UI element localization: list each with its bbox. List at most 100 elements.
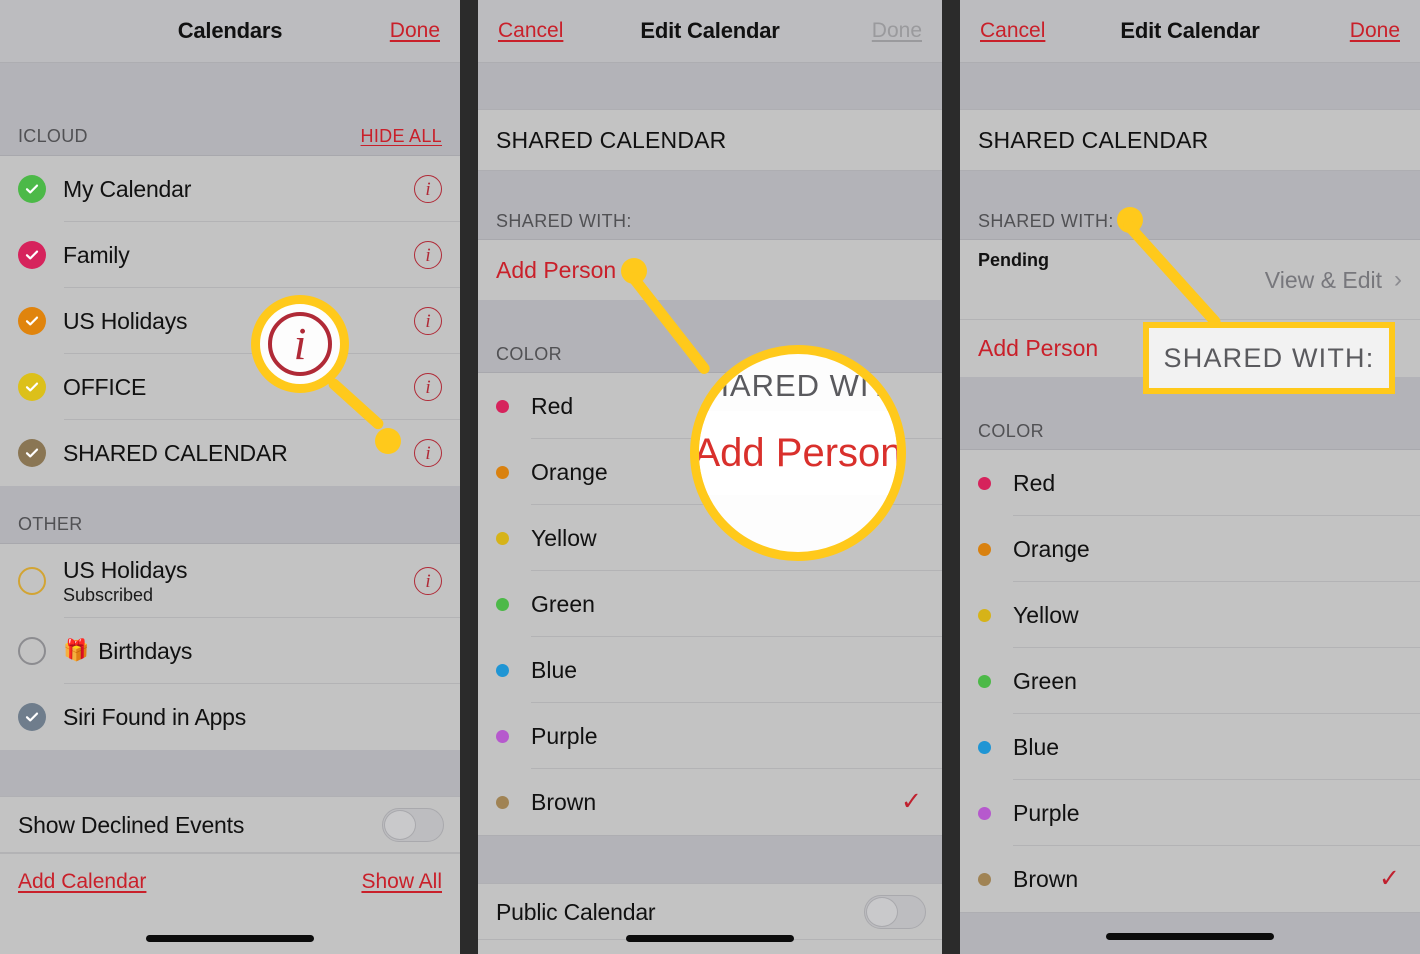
calendar-name-field[interactable]: SHARED CALENDAR: [960, 109, 1420, 171]
calendar-name: Siri Found in Apps: [63, 703, 247, 730]
info-icon[interactable]: i: [414, 439, 442, 467]
home-indicator: [626, 935, 794, 942]
checkmark-icon[interactable]: [18, 175, 46, 203]
calendar-name-field[interactable]: SHARED CALENDAR: [478, 109, 942, 171]
table-row[interactable]: US Holidays i: [0, 288, 460, 354]
person-permission[interactable]: View & Edit ›: [1265, 266, 1402, 294]
color-swatch-icon: [496, 597, 509, 611]
show-declined-events-toggle[interactable]: [382, 808, 444, 842]
setting-label: Show Declined Events: [18, 811, 245, 838]
add-calendar-link[interactable]: Add Calendar: [18, 870, 146, 894]
checkmark-icon[interactable]: [18, 703, 46, 731]
done-button[interactable]: Done: [390, 19, 440, 43]
icloud-calendar-list: My Calendar i Family i US Holidays i OFF…: [0, 156, 460, 486]
public-calendar-row[interactable]: Public Calendar: [478, 883, 942, 940]
cancel-button[interactable]: Cancel: [980, 19, 1045, 43]
table-row[interactable]: Family i: [0, 222, 460, 288]
color-option-green[interactable]: Green: [960, 648, 1420, 714]
panel-divider: [942, 0, 960, 954]
page-title: Edit Calendar: [1120, 18, 1260, 43]
color-list: Red Orange Yellow Green Blue Purple Brow…: [478, 373, 942, 835]
color-label-text: COLOR: [978, 421, 1045, 441]
color-option-green[interactable]: Green: [478, 571, 942, 637]
calendar-name: My Calendar: [63, 175, 192, 202]
add-person-row[interactable]: Add Person: [960, 320, 1420, 377]
color-option-purple[interactable]: Purple: [478, 703, 942, 769]
checkmark-icon[interactable]: [18, 439, 46, 467]
color-swatch-icon: [978, 542, 991, 556]
color-option-label: Green: [1013, 667, 1077, 694]
info-icon[interactable]: i: [414, 241, 442, 269]
checkmark-icon[interactable]: [18, 373, 46, 401]
shared-person-row[interactable]: Pending View & Edit ›: [960, 240, 1420, 320]
calendar-name: Birthdays: [98, 637, 193, 664]
color-option-brown[interactable]: Brown ✓: [478, 769, 942, 835]
color-option-label: Green: [531, 590, 595, 617]
color-swatch-icon: [978, 806, 991, 820]
color-swatch-icon: [978, 872, 991, 886]
color-option-brown[interactable]: Brown ✓: [960, 846, 1420, 912]
done-button[interactable]: Done: [1350, 19, 1400, 43]
section-gap-bottom: [0, 750, 460, 796]
info-icon[interactable]: i: [414, 175, 442, 203]
color-option-label: Yellow: [531, 524, 597, 551]
info-icon[interactable]: i: [414, 307, 442, 335]
calendar-name: SHARED CALENDAR: [63, 439, 288, 466]
calendar-name: US Holidays: [63, 307, 188, 334]
page-title: Calendars: [177, 18, 283, 43]
color-option-label: Purple: [531, 722, 598, 749]
gift-icon: 🎁: [63, 639, 90, 662]
row-divider: [960, 319, 1420, 320]
table-row[interactable]: Siri Found in Apps: [0, 684, 460, 750]
show-declined-events-row[interactable]: Show Declined Events: [0, 796, 460, 853]
checkbox-unchecked-icon[interactable]: [18, 637, 46, 665]
color-option-red[interactable]: Red: [478, 373, 942, 439]
section-header-other: OTHER: [0, 486, 460, 544]
phone-panel-edit-calendar-add-person: Cancel Edit Calendar Done SHARED CALENDA…: [478, 0, 942, 954]
color-option-label: Blue: [1013, 733, 1060, 760]
color-option-purple[interactable]: Purple: [960, 780, 1420, 846]
setting-label: Public Calendar: [496, 898, 656, 925]
color-swatch-icon: [496, 465, 509, 479]
add-person-label: Add Person: [496, 256, 617, 283]
color-section-label: COLOR: [960, 377, 1420, 450]
calendar-name-value: SHARED CALENDAR: [496, 126, 727, 153]
info-icon[interactable]: i: [414, 567, 442, 595]
shared-with-text: SHARED WITH:: [978, 211, 1114, 231]
calendar-name: OFFICE: [63, 373, 147, 400]
table-row[interactable]: SHARED CALENDAR i: [0, 420, 460, 486]
info-icon[interactable]: i: [414, 373, 442, 401]
color-option-yellow[interactable]: Yellow: [960, 582, 1420, 648]
hide-all-button[interactable]: HIDE ALL: [361, 126, 442, 147]
checkmark-icon[interactable]: [18, 307, 46, 335]
table-row[interactable]: 🎁 Birthdays: [0, 618, 460, 684]
selected-checkmark-icon: ✓: [901, 787, 922, 816]
checkbox-unchecked-icon[interactable]: [18, 567, 46, 595]
color-option-label: Red: [1013, 469, 1056, 496]
navbar-panel2: Cancel Edit Calendar Done: [478, 0, 942, 63]
color-option-yellow[interactable]: Yellow: [478, 505, 942, 571]
color-option-orange[interactable]: Orange: [478, 439, 942, 505]
shared-with-label: SHARED WITH:: [960, 171, 1420, 240]
cancel-button[interactable]: Cancel: [498, 19, 563, 43]
navbar-panel1: Calendars Done: [0, 0, 460, 63]
show-all-link[interactable]: Show All: [361, 870, 442, 894]
table-row[interactable]: My Calendar i: [0, 156, 460, 222]
color-swatch-icon: [978, 674, 991, 688]
add-person-row[interactable]: Add Person: [478, 240, 942, 300]
color-option-blue[interactable]: Blue: [960, 714, 1420, 780]
section-gap-top: [0, 63, 460, 110]
page-title: Edit Calendar: [640, 18, 780, 43]
color-option-red[interactable]: Red: [960, 450, 1420, 516]
color-swatch-icon: [496, 795, 509, 809]
public-calendar-toggle[interactable]: [864, 895, 926, 929]
table-row[interactable]: OFFICE i: [0, 354, 460, 420]
checkmark-icon[interactable]: [18, 241, 46, 269]
table-row[interactable]: US Holidays Subscribed i: [0, 544, 460, 618]
section-label-icloud: ICLOUD: [18, 126, 88, 146]
color-option-blue[interactable]: Blue: [478, 637, 942, 703]
color-option-orange[interactable]: Orange: [960, 516, 1420, 582]
done-button[interactable]: Done: [872, 19, 922, 43]
other-calendar-list: US Holidays Subscribed i 🎁 Birthdays Sir…: [0, 544, 460, 750]
home-indicator: [146, 935, 314, 942]
